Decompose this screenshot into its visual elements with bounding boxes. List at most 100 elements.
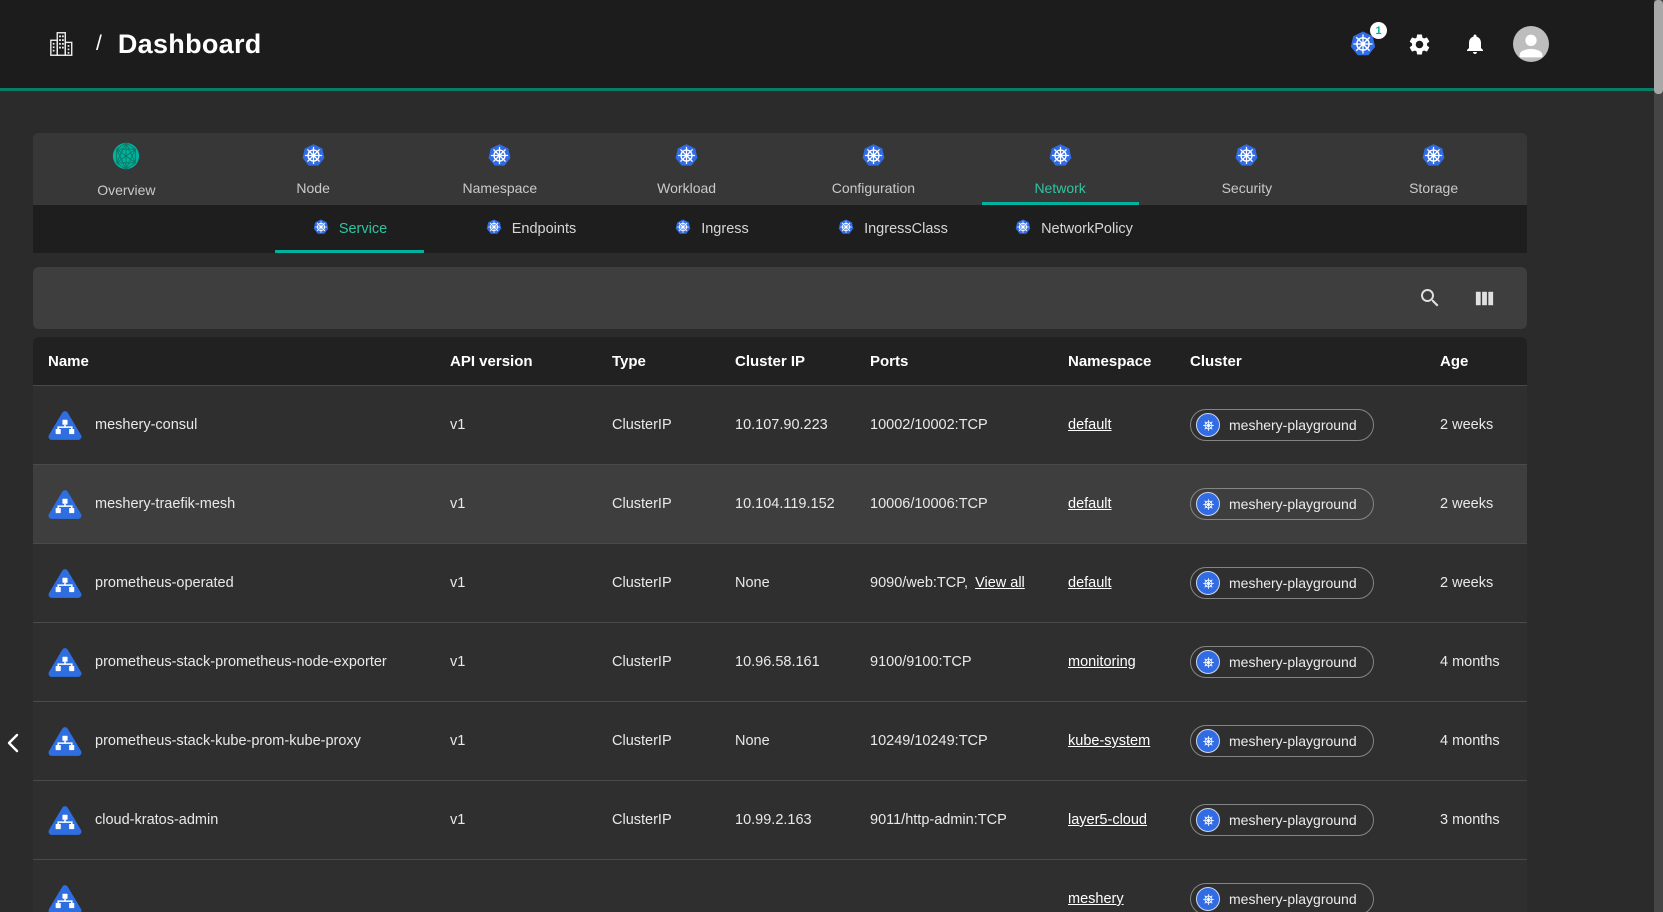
user-avatar[interactable]	[1513, 26, 1549, 62]
meshery-mesh-icon	[111, 141, 141, 176]
namespace-link[interactable]: meshery	[1068, 891, 1124, 907]
service-resource-icon	[48, 566, 82, 600]
tab-network[interactable]: Network	[967, 133, 1154, 205]
column-header-namespace[interactable]: Namespace	[1068, 353, 1190, 370]
column-header-api-version[interactable]: API version	[450, 353, 612, 370]
kubernetes-icon	[860, 142, 887, 174]
kubernetes-icon	[485, 218, 503, 241]
kubernetes-icon	[1196, 413, 1220, 437]
age: 4 months	[1440, 654, 1527, 670]
tab-namespace[interactable]: Namespace	[407, 133, 594, 205]
service-resource-icon	[48, 724, 82, 758]
subtab-networkpolicy[interactable]: NetworkPolicy	[983, 205, 1164, 253]
vertical-scrollbar[interactable]	[1654, 0, 1663, 912]
service-resource-icon	[48, 487, 82, 521]
cluster-chip[interactable]: meshery-playground	[1190, 883, 1374, 912]
service-name: meshery-consul	[95, 417, 197, 433]
table-row[interactable]: meshery-traefik-mesh v1 ClusterIP 10.104…	[33, 464, 1527, 543]
namespace-link[interactable]: default	[1068, 575, 1112, 591]
cluster-chip[interactable]: meshery-playground	[1190, 567, 1374, 599]
kubernetes-icon	[1196, 650, 1220, 674]
column-header-name[interactable]: Name	[48, 353, 450, 370]
service-name: prometheus-operated	[95, 575, 234, 591]
cluster-chip[interactable]: meshery-playground	[1190, 725, 1374, 757]
kubernetes-icon	[1233, 142, 1260, 174]
kubernetes-context-button[interactable]: 1	[1345, 26, 1381, 62]
age: 2 weeks	[1440, 575, 1527, 591]
api-version: v1	[450, 654, 612, 670]
subtab-endpoints[interactable]: Endpoints	[440, 205, 621, 253]
kubernetes-icon	[486, 142, 513, 174]
service-name: cloud-kratos-admin	[95, 812, 218, 828]
tab-configuration[interactable]: Configuration	[780, 133, 967, 205]
table-row[interactable]: cloud-kratos-admin v1 ClusterIP 10.99.2.…	[33, 780, 1527, 859]
kubernetes-icon	[673, 142, 700, 174]
tab-node[interactable]: Node	[220, 133, 407, 205]
service-resource-icon	[48, 803, 82, 837]
service-type: ClusterIP	[612, 417, 735, 433]
tab-workload[interactable]: Workload	[593, 133, 780, 205]
cluster-name: meshery-playground	[1229, 812, 1357, 828]
scrollbar-thumb[interactable]	[1654, 0, 1663, 94]
tab-label: Overview	[97, 182, 155, 198]
namespace-link[interactable]: default	[1068, 496, 1112, 512]
namespace-link[interactable]: monitoring	[1068, 654, 1136, 670]
tab-security[interactable]: Security	[1154, 133, 1341, 205]
service-type: ClusterIP	[612, 496, 735, 512]
search-icon[interactable]	[1415, 283, 1445, 313]
tab-label: Workload	[657, 180, 716, 196]
cluster-ip: 10.99.2.163	[735, 812, 870, 828]
kubernetes-icon	[1014, 218, 1032, 241]
page-title: Dashboard	[118, 29, 262, 60]
table-row[interactable]: prometheus-stack-prometheus-node-exporte…	[33, 622, 1527, 701]
kubernetes-icon	[1196, 492, 1220, 516]
notifications-bell-icon[interactable]	[1457, 26, 1493, 62]
age: 4 months	[1440, 733, 1527, 749]
table-row[interactable]: meshery-consul v1 ClusterIP 10.107.90.22…	[33, 385, 1527, 464]
service-resource-icon	[48, 645, 82, 679]
resource-category-tabs: Overview Node Namespace Workload Configu…	[33, 133, 1527, 205]
services-table: Name API version Type Cluster IP Ports N…	[33, 337, 1527, 912]
subtab-ingress[interactable]: Ingress	[621, 205, 802, 253]
column-header-age[interactable]: Age	[1440, 353, 1527, 370]
breadcrumb-separator: /	[96, 32, 102, 56]
settings-gear-icon[interactable]	[1401, 26, 1437, 62]
table-row[interactable]: meshery meshery-playground	[33, 859, 1527, 912]
tab-label: Node	[296, 180, 329, 196]
namespace-link[interactable]: kube-system	[1068, 733, 1150, 749]
subtab-label: Ingress	[701, 221, 749, 237]
column-header-cluster-ip[interactable]: Cluster IP	[735, 353, 870, 370]
service-resource-icon	[48, 408, 82, 442]
table-header-row: Name API version Type Cluster IP Ports N…	[33, 337, 1527, 385]
cluster-chip[interactable]: meshery-playground	[1190, 409, 1374, 441]
cluster-name: meshery-playground	[1229, 575, 1357, 591]
namespace-link[interactable]: layer5-cloud	[1068, 812, 1147, 828]
namespace-link[interactable]: default	[1068, 417, 1112, 433]
kubernetes-icon	[837, 218, 855, 241]
subtab-label: IngressClass	[864, 221, 948, 237]
tab-overview[interactable]: Overview	[33, 133, 220, 205]
subtab-service[interactable]: Service	[259, 205, 440, 253]
header-accent-divider	[0, 88, 1663, 91]
cluster-chip[interactable]: meshery-playground	[1190, 488, 1374, 520]
cluster-name: meshery-playground	[1229, 891, 1357, 907]
table-row[interactable]: prometheus-operated v1 ClusterIP None 90…	[33, 543, 1527, 622]
tab-storage[interactable]: Storage	[1340, 133, 1527, 205]
service-name: prometheus-stack-kube-prom-kube-proxy	[95, 733, 361, 749]
cluster-ip: 10.104.119.152	[735, 496, 870, 512]
organization-icon[interactable]	[46, 29, 76, 59]
ports-value: 10006/10006:TCP	[870, 496, 988, 512]
column-header-cluster[interactable]: Cluster	[1190, 353, 1440, 370]
subtab-ingressclass[interactable]: IngressClass	[802, 205, 983, 253]
column-header-ports[interactable]: Ports	[870, 353, 1068, 370]
service-name: prometheus-stack-prometheus-node-exporte…	[95, 654, 387, 670]
sidebar-collapse-chevron-left-icon[interactable]	[3, 728, 23, 758]
table-row[interactable]: prometheus-stack-kube-prom-kube-proxy v1…	[33, 701, 1527, 780]
cluster-chip[interactable]: meshery-playground	[1190, 646, 1374, 678]
view-all-link[interactable]: View all	[975, 575, 1025, 591]
cluster-chip[interactable]: meshery-playground	[1190, 804, 1374, 836]
kubernetes-icon	[1196, 808, 1220, 832]
column-header-type[interactable]: Type	[612, 353, 735, 370]
kubernetes-icon	[674, 218, 692, 241]
view-columns-icon[interactable]	[1469, 283, 1499, 313]
